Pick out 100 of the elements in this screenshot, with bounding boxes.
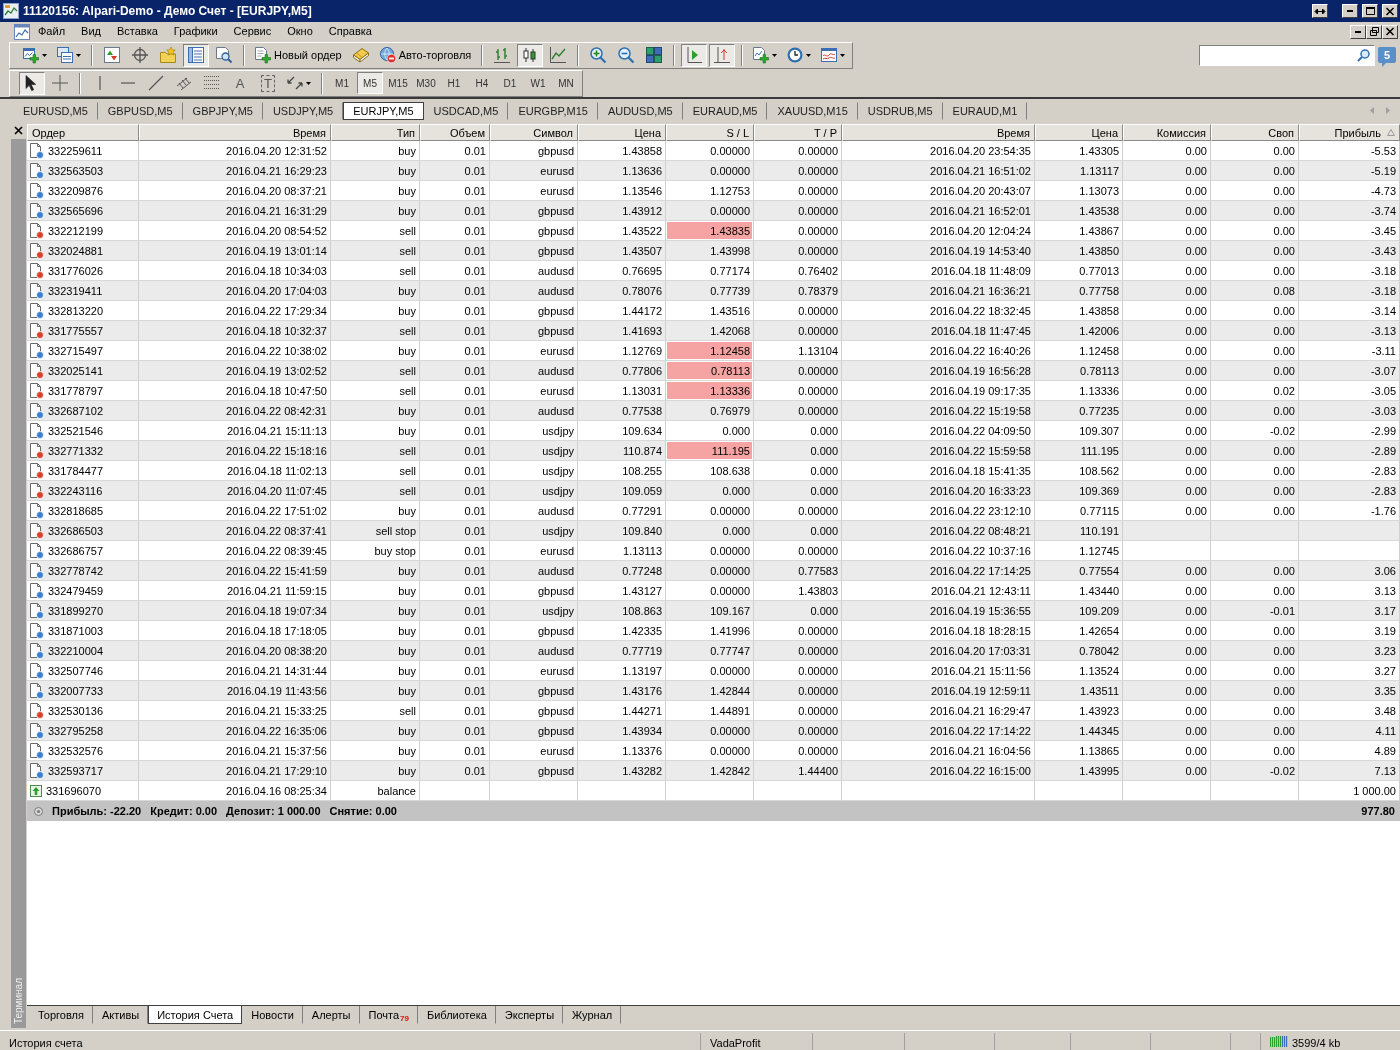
- terminal-tab[interactable]: Библиотека: [418, 1006, 496, 1024]
- menu-item[interactable]: Сервис: [225, 23, 280, 40]
- column-header[interactable]: Прибыль: [1299, 124, 1400, 141]
- timeframe-button[interactable]: W1: [525, 72, 551, 94]
- caret-icon: [42, 53, 47, 57]
- folder-star-icon: [160, 47, 176, 63]
- terminal-tab[interactable]: Торговля: [29, 1006, 93, 1024]
- vertical-line-icon: [98, 75, 102, 91]
- crosshair-icon: [132, 47, 148, 63]
- close-icon: [14, 126, 22, 134]
- timeframe-button[interactable]: MN: [553, 72, 579, 94]
- order-number: 332687102: [48, 404, 104, 417]
- close-button[interactable]: [1382, 4, 1398, 18]
- toolbar-button[interactable]: [19, 71, 45, 95]
- arrows-icon: [287, 75, 303, 91]
- order-number: 332259611: [48, 144, 103, 157]
- column-header[interactable]: Время: [842, 124, 1035, 141]
- close-panel-button[interactable]: [12, 124, 24, 136]
- diagonal-line-icon: [148, 75, 164, 91]
- zoom-out-icon: [618, 47, 635, 63]
- unread-count: 79: [400, 1014, 409, 1023]
- window-plus-icon: [23, 47, 39, 63]
- restore-button[interactable]: [1366, 24, 1382, 39]
- book-icon: [352, 47, 369, 63]
- timeframe-button[interactable]: M5: [357, 72, 383, 94]
- summary-item: Снятие: 0.00: [329, 805, 397, 817]
- column-header[interactable]: Тип: [331, 124, 420, 141]
- minimize-button[interactable]: [1342, 4, 1358, 18]
- text-tool-button[interactable]: A: [227, 71, 253, 95]
- terminal-tab[interactable]: Эксперты: [495, 1006, 564, 1024]
- column-header[interactable]: Своп: [1211, 124, 1299, 141]
- column-header[interactable]: Комиссия: [1123, 124, 1211, 141]
- column-header[interactable]: Время: [139, 124, 331, 141]
- chart-shift-icon: [714, 47, 731, 63]
- terminal-tab[interactable]: Новости: [242, 1006, 303, 1024]
- chart-tab[interactable]: XAUUSD,M15: [767, 102, 858, 120]
- order-number: 332795258: [48, 724, 104, 737]
- close-icon: [1386, 28, 1394, 35]
- order-number: 332210004: [48, 644, 104, 657]
- chart-tab[interactable]: USDRUB,M5: [857, 102, 943, 120]
- column-header[interactable]: Ордер: [27, 124, 139, 141]
- order-number: 332686757: [48, 544, 104, 557]
- timeframe-button[interactable]: H4: [469, 72, 495, 94]
- chart-arrow-icon: [686, 47, 703, 63]
- close-button[interactable]: [1382, 24, 1398, 39]
- caret-icon: [76, 53, 81, 57]
- fit-width-button[interactable]: [1312, 4, 1328, 18]
- column-header[interactable]: T / P: [754, 124, 842, 141]
- column-header[interactable]: Символ: [490, 124, 578, 141]
- chart-tab[interactable]: USDCAD,M5: [423, 102, 509, 120]
- chart-tab[interactable]: EURAUD,M1: [942, 102, 1028, 120]
- order-number: 331696070: [46, 784, 102, 797]
- order-number: 332771332: [48, 444, 104, 457]
- menu-item[interactable]: Справка: [320, 23, 380, 40]
- column-header[interactable]: Цена: [578, 124, 666, 141]
- timeframe-button[interactable]: D1: [497, 72, 523, 94]
- autotrading-button[interactable]: Авто-торговля: [375, 43, 476, 67]
- line-chart-icon: [550, 47, 567, 63]
- chart-tab[interactable]: EURJPY,M5: [343, 102, 424, 120]
- menu-item[interactable]: Окно: [279, 23, 321, 40]
- timeframe-button[interactable]: M1: [329, 72, 355, 94]
- search-field[interactable]: [1199, 44, 1375, 66]
- terminal-tab[interactable]: История Счета: [148, 1006, 243, 1024]
- right-arrow-icon: [1386, 106, 1390, 114]
- maximize-icon: [1365, 7, 1375, 15]
- toolbar-button[interactable]: [681, 43, 708, 67]
- menu-item[interactable]: Вид: [73, 23, 109, 40]
- caret-icon: [840, 53, 846, 57]
- table-cell: 1.12458: [666, 341, 754, 361]
- maximize-button[interactable]: [1362, 4, 1378, 18]
- minimize-button[interactable]: [1350, 24, 1366, 39]
- column-header[interactable]: Объем: [420, 124, 490, 141]
- timeframe-button[interactable]: M30: [413, 72, 439, 94]
- toolbar-button[interactable]: [517, 43, 544, 67]
- summary-item: Прибыль: -22.20: [52, 805, 142, 817]
- menu-item[interactable]: Графики: [165, 23, 226, 40]
- caret-icon: [806, 53, 812, 57]
- menu-item[interactable]: Файл: [30, 23, 74, 40]
- text-label-tool-button[interactable]: T: [255, 71, 281, 95]
- chart-tab[interactable]: EURUSD,M5: [13, 102, 98, 120]
- column-header[interactable]: S / L: [666, 124, 754, 141]
- chart-tab[interactable]: GBPUSD,M5: [97, 102, 183, 120]
- timeframe-button[interactable]: H1: [441, 72, 467, 94]
- new-order-button[interactable]: Новый ордер: [251, 43, 346, 67]
- hatched-lines-icon: [176, 75, 192, 91]
- chart-tab[interactable]: EURGBP,M15: [508, 102, 598, 120]
- table-cell: 111.195: [666, 441, 754, 461]
- chart-tab[interactable]: EURAUD,M5: [682, 102, 768, 120]
- order-number: 332565696: [48, 204, 104, 217]
- timeframe-button[interactable]: M15: [385, 72, 411, 94]
- order-number: 332686503: [48, 524, 104, 537]
- column-header[interactable]: Цена: [1035, 124, 1123, 141]
- terminal-tab[interactable]: Журнал: [563, 1006, 622, 1024]
- caret-icon: [306, 81, 311, 85]
- toolbar-button[interactable]: [709, 43, 736, 67]
- candlestick-icon: [522, 47, 539, 63]
- terminal-tab[interactable]: Алерты: [302, 1006, 360, 1024]
- chart-tab[interactable]: AUDUSD,M5: [597, 102, 683, 120]
- menu-item[interactable]: Вставка: [108, 23, 166, 40]
- chart-tab[interactable]: GBPJPY,M5: [182, 102, 263, 120]
